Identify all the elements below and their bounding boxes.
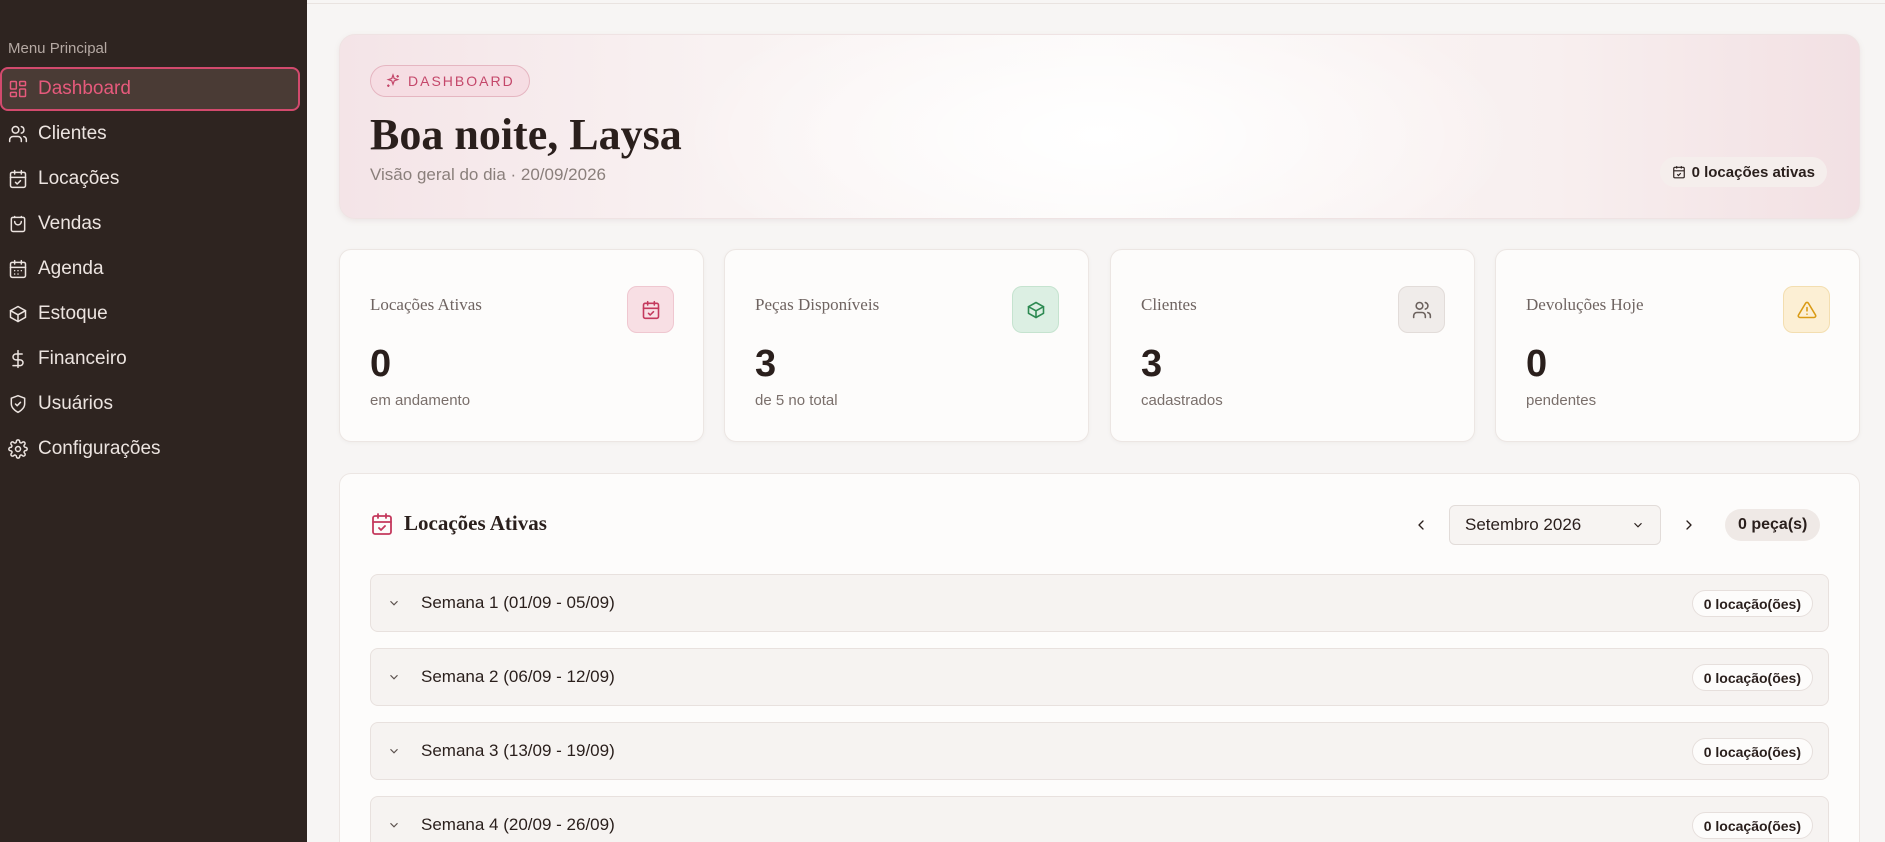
dashboard-badge-label: DASHBOARD	[408, 73, 515, 89]
stat-label: Clientes	[1141, 295, 1197, 314]
stat-value: 0	[370, 343, 392, 385]
stat-note: em andamento	[370, 392, 471, 409]
stat-note: cadastrados	[1141, 392, 1223, 409]
month-select[interactable]: Setembro 2026	[1449, 505, 1661, 545]
dollar-icon	[8, 349, 28, 369]
chevron-down-icon	[390, 600, 398, 606]
header-divider	[307, 3, 1885, 4]
chevron-left-icon	[1418, 520, 1424, 530]
sidebar-item-label: Agenda	[38, 257, 104, 279]
package-icon	[8, 304, 28, 324]
chevron-right-icon	[1686, 520, 1692, 530]
sidebar-item-label: Estoque	[38, 302, 108, 324]
gear-icon	[8, 438, 28, 459]
week-row[interactable]: Semana 3 (13/09 - 19/09) 0 locação(ões)	[370, 722, 1829, 780]
active-rentals-pill: 0 locações ativas	[1659, 157, 1827, 187]
stat-label: Locações Ativas	[370, 295, 482, 314]
stat-label: Devoluções Hoje	[1526, 295, 1644, 314]
stat-value: 3	[1141, 343, 1163, 385]
sidebar-item-estoque[interactable]: Estoque	[0, 291, 300, 336]
chevron-down-icon	[390, 674, 398, 680]
week-row[interactable]: Semana 2 (06/09 - 12/09) 0 locação(ões)	[370, 648, 1829, 706]
dashboard-badge: DASHBOARD	[370, 65, 530, 97]
sidebar: Menu Principal Dashboard Clientes Locaçõ…	[0, 0, 307, 842]
shield-check-icon	[8, 394, 28, 414]
sidebar-item-label: Locações	[38, 167, 120, 189]
calendar-check-icon	[627, 286, 674, 333]
previous-month-button[interactable]	[1405, 509, 1437, 541]
sidebar-heading: Menu Principal	[8, 40, 108, 57]
sidebar-item-label: Financeiro	[38, 347, 127, 369]
sidebar-item-agenda[interactable]: Agenda	[0, 246, 300, 291]
stat-card-available-pieces: Peças Disponíveis 3 de 5 no total	[724, 249, 1089, 442]
sidebar-nav: Dashboard Clientes Locações Vendas Agend…	[0, 67, 300, 471]
week-row[interactable]: Semana 4 (20/09 - 26/09) 0 locação(ões)	[370, 796, 1829, 842]
stat-note: de 5 no total	[755, 392, 838, 409]
sparkles-icon	[386, 73, 400, 87]
chevron-down-icon	[390, 748, 398, 754]
active-rentals-panel: Locações Ativas Setembro 2026 0 peça(s) …	[339, 473, 1860, 842]
sidebar-item-dashboard[interactable]: Dashboard	[0, 67, 300, 111]
layout-grid-icon	[8, 79, 28, 99]
week-label: Semana 2 (06/09 - 12/09)	[421, 667, 615, 686]
sidebar-item-label: Vendas	[38, 212, 102, 234]
welcome-hero: DASHBOARD Boa noite, Laysa Visão geral d…	[339, 34, 1860, 219]
sidebar-item-usuarios[interactable]: Usuários	[0, 381, 300, 426]
sidebar-item-financeiro[interactable]: Financeiro	[0, 336, 300, 381]
week-count-badge: 0 locação(ões)	[1691, 812, 1813, 839]
sidebar-item-configuracoes[interactable]: Configurações	[0, 426, 300, 471]
week-label: Semana 3 (13/09 - 19/09)	[421, 741, 615, 760]
panel-title: Locações Ativas	[370, 511, 547, 536]
pieces-count-badge: 0 peça(s)	[1725, 509, 1821, 541]
stat-card-clients: Clientes 3 cadastrados	[1110, 249, 1475, 442]
sidebar-item-label: Configurações	[38, 437, 161, 459]
stat-note: pendentes	[1526, 392, 1597, 409]
sidebar-item-vendas[interactable]: Vendas	[0, 201, 300, 246]
page-title: Boa noite, Laysa	[370, 110, 682, 159]
panel-title-text: Locações Ativas	[404, 511, 547, 535]
stat-value: 0	[1526, 343, 1548, 385]
calendar-check-icon	[8, 169, 28, 189]
stat-value: 3	[755, 343, 777, 385]
sidebar-item-locacoes[interactable]: Locações	[0, 156, 300, 201]
week-count-badge: 0 locação(ões)	[1691, 738, 1813, 765]
sidebar-item-clientes[interactable]: Clientes	[0, 111, 300, 156]
week-row[interactable]: Semana 1 (01/09 - 05/09) 0 locação(ões)	[370, 574, 1829, 632]
calendar-icon	[8, 259, 28, 279]
users-icon	[8, 124, 28, 144]
calendar-check-icon	[1672, 166, 1685, 179]
sidebar-item-label: Clientes	[38, 122, 107, 144]
week-label: Semana 4 (20/09 - 26/09)	[421, 815, 615, 834]
stat-card-active-rentals: Locações Ativas 0 em andamento	[339, 249, 704, 442]
users-icon	[1398, 286, 1445, 333]
stat-label: Peças Disponíveis	[755, 295, 880, 314]
week-count-badge: 0 locação(ões)	[1691, 664, 1813, 691]
sidebar-item-label: Dashboard	[38, 78, 131, 99]
alert-triangle-icon	[1783, 286, 1830, 333]
package-icon	[1012, 286, 1059, 333]
sidebar-item-label: Usuários	[38, 392, 113, 414]
stat-card-returns-today: Devoluções Hoje 0 pendentes	[1495, 249, 1860, 442]
shopping-bag-icon	[8, 214, 28, 234]
month-select-value: Setembro 2026	[1465, 515, 1582, 534]
chevron-down-icon	[1634, 522, 1642, 528]
week-count-badge: 0 locação(ões)	[1691, 590, 1813, 617]
active-rentals-count: 0 locações ativas	[1691, 163, 1815, 181]
chevron-down-icon	[390, 822, 398, 828]
next-month-button[interactable]	[1673, 509, 1705, 541]
calendar-check-icon	[372, 512, 392, 535]
week-label: Semana 1 (01/09 - 05/09)	[421, 593, 615, 612]
page-subtitle: Visão geral do dia · 20/09/2026	[370, 165, 606, 184]
